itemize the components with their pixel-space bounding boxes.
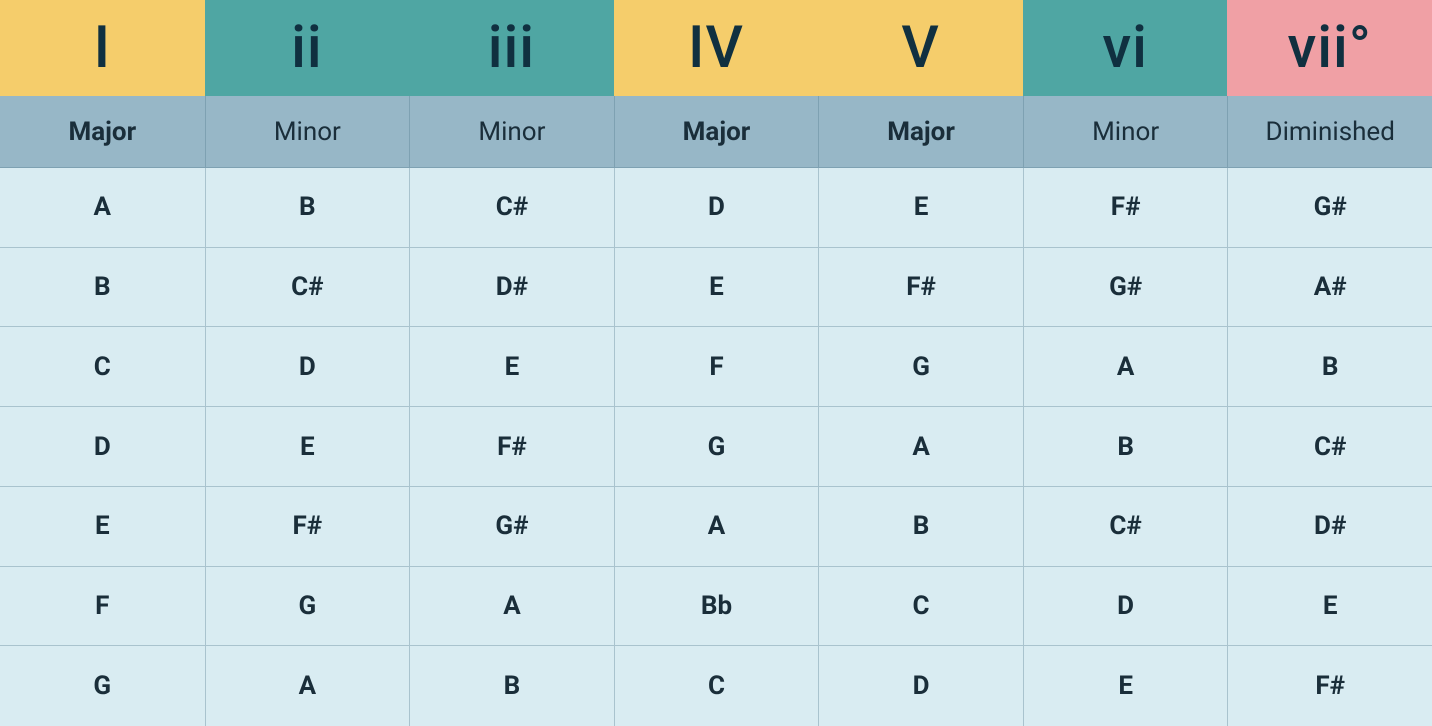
chord-cell: A (205, 646, 410, 726)
chord-cell: F# (818, 248, 1023, 328)
chord-cell: G (205, 567, 410, 647)
chord-cell: F# (1023, 168, 1228, 248)
chord-cell: D (205, 327, 410, 407)
key-row-3: D E F# G A B C# (0, 407, 1432, 487)
key-row-4: E F# G# A B C# D# (0, 487, 1432, 567)
chord-cell: C (818, 567, 1023, 647)
chord-cell: C# (409, 168, 614, 248)
quality-col-6: Minor (1023, 96, 1228, 168)
chord-cell: A (1023, 327, 1228, 407)
chord-cell: E (818, 168, 1023, 248)
chord-cell: E (1227, 567, 1432, 647)
chord-cell: G (614, 407, 819, 487)
quality-col-2: Minor (205, 96, 410, 168)
key-row-0: A B C# D E F# G# (0, 168, 1432, 248)
quality-col-1: Major (0, 96, 205, 168)
chord-cell: E (205, 407, 410, 487)
chord-cell: D (1023, 567, 1228, 647)
chord-cell: D# (409, 248, 614, 328)
chord-cell: E (409, 327, 614, 407)
chord-cell: E (1023, 646, 1228, 726)
chord-cell: B (205, 168, 410, 248)
chord-cell: D# (1227, 487, 1432, 567)
key-row-6: G A B C D E F# (0, 646, 1432, 726)
chord-cell: C# (205, 248, 410, 328)
chord-cell: A (409, 567, 614, 647)
chord-cell: F# (409, 407, 614, 487)
chord-cell: D (614, 168, 819, 248)
chord-cell: D (818, 646, 1023, 726)
chord-cell: C# (1227, 407, 1432, 487)
chord-cell: F (0, 567, 205, 647)
chord-cell: G# (1023, 248, 1228, 328)
quality-col-5: Major (818, 96, 1023, 168)
chord-cell: A (0, 168, 205, 248)
chord-cell: Bb (614, 567, 819, 647)
quality-col-3: Minor (409, 96, 614, 168)
key-row-2: C D E F G A B (0, 327, 1432, 407)
roman-col-1: I (0, 0, 205, 96)
chord-cell: E (614, 248, 819, 328)
chord-cell: C# (1023, 487, 1228, 567)
chord-cell: D (0, 407, 205, 487)
chord-cell: C (614, 646, 819, 726)
chord-cell: G# (409, 487, 614, 567)
roman-col-3: iii (409, 0, 614, 96)
quality-row: Major Minor Minor Major Major Minor Dimi… (0, 96, 1432, 168)
key-row-1: B C# D# E F# G# A# (0, 248, 1432, 328)
chord-cell: C (0, 327, 205, 407)
chord-cell: E (0, 487, 205, 567)
chord-cell: F# (205, 487, 410, 567)
chord-cell: B (1227, 327, 1432, 407)
chord-cell: G (0, 646, 205, 726)
roman-numeral-row: I ii iii IV V vi vii° (0, 0, 1432, 96)
chord-cell: B (0, 248, 205, 328)
quality-col-7: Diminished (1227, 96, 1432, 168)
chord-cell: G# (1227, 168, 1432, 248)
chord-cell: F# (1227, 646, 1432, 726)
quality-col-4: Major (614, 96, 819, 168)
chord-cell: B (409, 646, 614, 726)
chord-cell: A (614, 487, 819, 567)
diatonic-chord-table: I ii iii IV V vi vii° Major Minor Minor … (0, 0, 1432, 726)
roman-col-2: ii (205, 0, 410, 96)
key-row-5: F G A Bb C D E (0, 567, 1432, 647)
chord-cell: B (818, 487, 1023, 567)
chord-cell: F (614, 327, 819, 407)
roman-col-6: vi (1023, 0, 1228, 96)
chord-cell: B (1023, 407, 1228, 487)
roman-col-7: vii° (1227, 0, 1432, 96)
chord-cell: A (818, 407, 1023, 487)
roman-col-4: IV (614, 0, 819, 96)
chord-cell: G (818, 327, 1023, 407)
roman-col-5: V (818, 0, 1023, 96)
chord-cell: A# (1227, 248, 1432, 328)
